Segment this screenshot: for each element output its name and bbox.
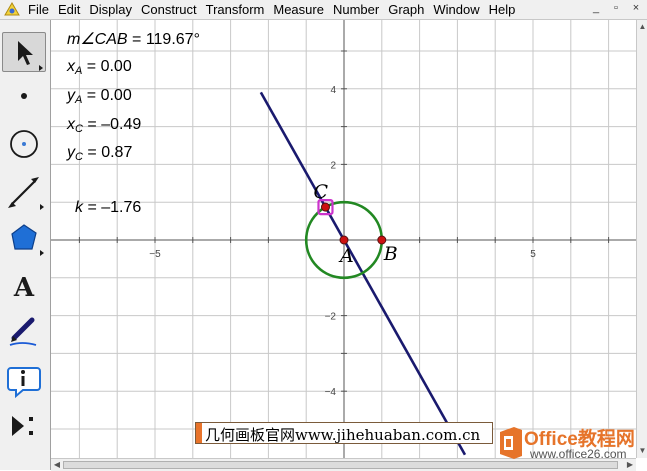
point-C-label: C xyxy=(313,181,328,203)
menu-measure[interactable]: Measure xyxy=(271,1,331,18)
yA-sub: A xyxy=(75,94,83,106)
y-tick-label: −2 xyxy=(325,312,337,323)
y-tick-label: 4 xyxy=(330,85,336,96)
site-watermark: 几何画板官网www.jihehuaban.com.cn xyxy=(195,422,493,444)
menu-file[interactable]: File xyxy=(26,1,56,18)
svg-text:A: A xyxy=(13,273,35,303)
menu-bar: File Edit Display Construct Transform Me… xyxy=(0,0,647,20)
marker-tool[interactable] xyxy=(2,312,46,352)
info-icon xyxy=(7,367,41,399)
xA-var: x xyxy=(67,58,75,75)
yC-sub: C xyxy=(75,151,83,163)
slope-k-measurement[interactable]: k = –1.76 xyxy=(75,199,141,217)
xC-var: x xyxy=(67,116,75,133)
x-tick-label: 5 xyxy=(530,249,536,260)
scroll-up-arrow-icon[interactable]: ▲ xyxy=(638,22,647,32)
point-icon xyxy=(21,93,27,99)
custom-tools[interactable] xyxy=(2,406,46,446)
polygon-icon xyxy=(11,224,44,256)
yC-value: = 0.87 xyxy=(87,144,133,161)
vertical-scrollbar[interactable]: ▲ ▼ xyxy=(636,20,647,458)
scroll-left-arrow-icon[interactable]: ◀ xyxy=(52,459,62,471)
point-B-label: B xyxy=(383,243,398,265)
k-value: = –1.76 xyxy=(87,199,142,216)
close-button[interactable]: × xyxy=(627,1,645,17)
menu-items: File Edit Display Construct Transform Me… xyxy=(26,1,522,18)
menu-help[interactable]: Help xyxy=(487,1,523,18)
text-a-icon: A xyxy=(13,273,35,303)
arrow-cursor-icon xyxy=(18,41,43,71)
straightedge-tool[interactable] xyxy=(2,172,46,212)
office-url-text: www.office26.com xyxy=(530,447,627,461)
point-C xyxy=(320,202,330,212)
angle-name: CAB xyxy=(94,31,128,48)
xC-sub: C xyxy=(75,123,83,135)
yC-measurement[interactable]: yC = 0.87 xyxy=(67,144,132,163)
office-logo-icon xyxy=(500,427,522,459)
k-var: k xyxy=(75,199,83,216)
menu-graph[interactable]: Graph xyxy=(386,1,431,18)
xC-measurement[interactable]: xC = –0.49 xyxy=(67,116,141,135)
compass-circle-icon xyxy=(10,130,38,158)
window-controls: _ ▫ × xyxy=(587,1,645,17)
selection-arrow-tool[interactable] xyxy=(2,32,46,72)
menu-edit[interactable]: Edit xyxy=(56,1,87,18)
segment-icon xyxy=(8,177,44,210)
polygon-tool[interactable] xyxy=(2,218,46,258)
menu-window[interactable]: Window xyxy=(431,1,486,18)
angle-measurement[interactable]: m∠CAB = 119.67° xyxy=(67,29,200,49)
angle-value: = 119.67° xyxy=(132,31,200,48)
point-A-label: A xyxy=(338,245,354,267)
sketchpad-app-icon[interactable] xyxy=(4,2,20,16)
custom-tools-icon xyxy=(12,416,33,436)
y-tick-label: −4 xyxy=(325,387,337,398)
coordinate-plane[interactable]: −5 5 4 2 −2 −4 A B C xyxy=(51,20,636,458)
yC-var: y xyxy=(67,144,75,161)
menu-transform[interactable]: Transform xyxy=(204,1,272,18)
xC-value: = –0.49 xyxy=(87,116,142,133)
compass-tool[interactable] xyxy=(2,124,46,164)
watermark-accent-bar xyxy=(196,423,202,443)
yA-measurement[interactable]: yA = 0.00 xyxy=(67,87,132,106)
menu-display[interactable]: Display xyxy=(87,1,139,18)
toolbox: A xyxy=(0,20,51,470)
xA-sub: A xyxy=(75,65,83,77)
text-tool[interactable]: A xyxy=(2,266,46,306)
office-watermark: Office教程网 www.office26.com xyxy=(496,422,644,466)
site-watermark-text: 几何画板官网www.jihehuaban.com.cn xyxy=(205,426,481,444)
xA-value: = 0.00 xyxy=(86,58,132,75)
information-tool[interactable] xyxy=(2,360,46,400)
menu-construct[interactable]: Construct xyxy=(139,1,204,18)
xA-measurement[interactable]: xA = 0.00 xyxy=(67,58,132,77)
y-tick-label: 2 xyxy=(330,160,336,171)
yA-value: = 0.00 xyxy=(86,87,132,104)
point-A xyxy=(339,235,349,245)
pen-marker-icon xyxy=(9,317,37,346)
minimize-button[interactable]: _ xyxy=(587,1,605,17)
sketch-canvas[interactable]: −5 5 4 2 −2 −4 A B C m∠CAB = 119.67° xA = 0.00 y… xyxy=(51,20,636,458)
yA-var: y xyxy=(67,87,75,104)
x-tick-label: −5 xyxy=(149,249,161,260)
point-tool[interactable] xyxy=(2,76,46,116)
angle-prefix: m∠ xyxy=(67,31,95,48)
menu-number[interactable]: Number xyxy=(331,1,386,18)
restore-button[interactable]: ▫ xyxy=(607,1,625,17)
